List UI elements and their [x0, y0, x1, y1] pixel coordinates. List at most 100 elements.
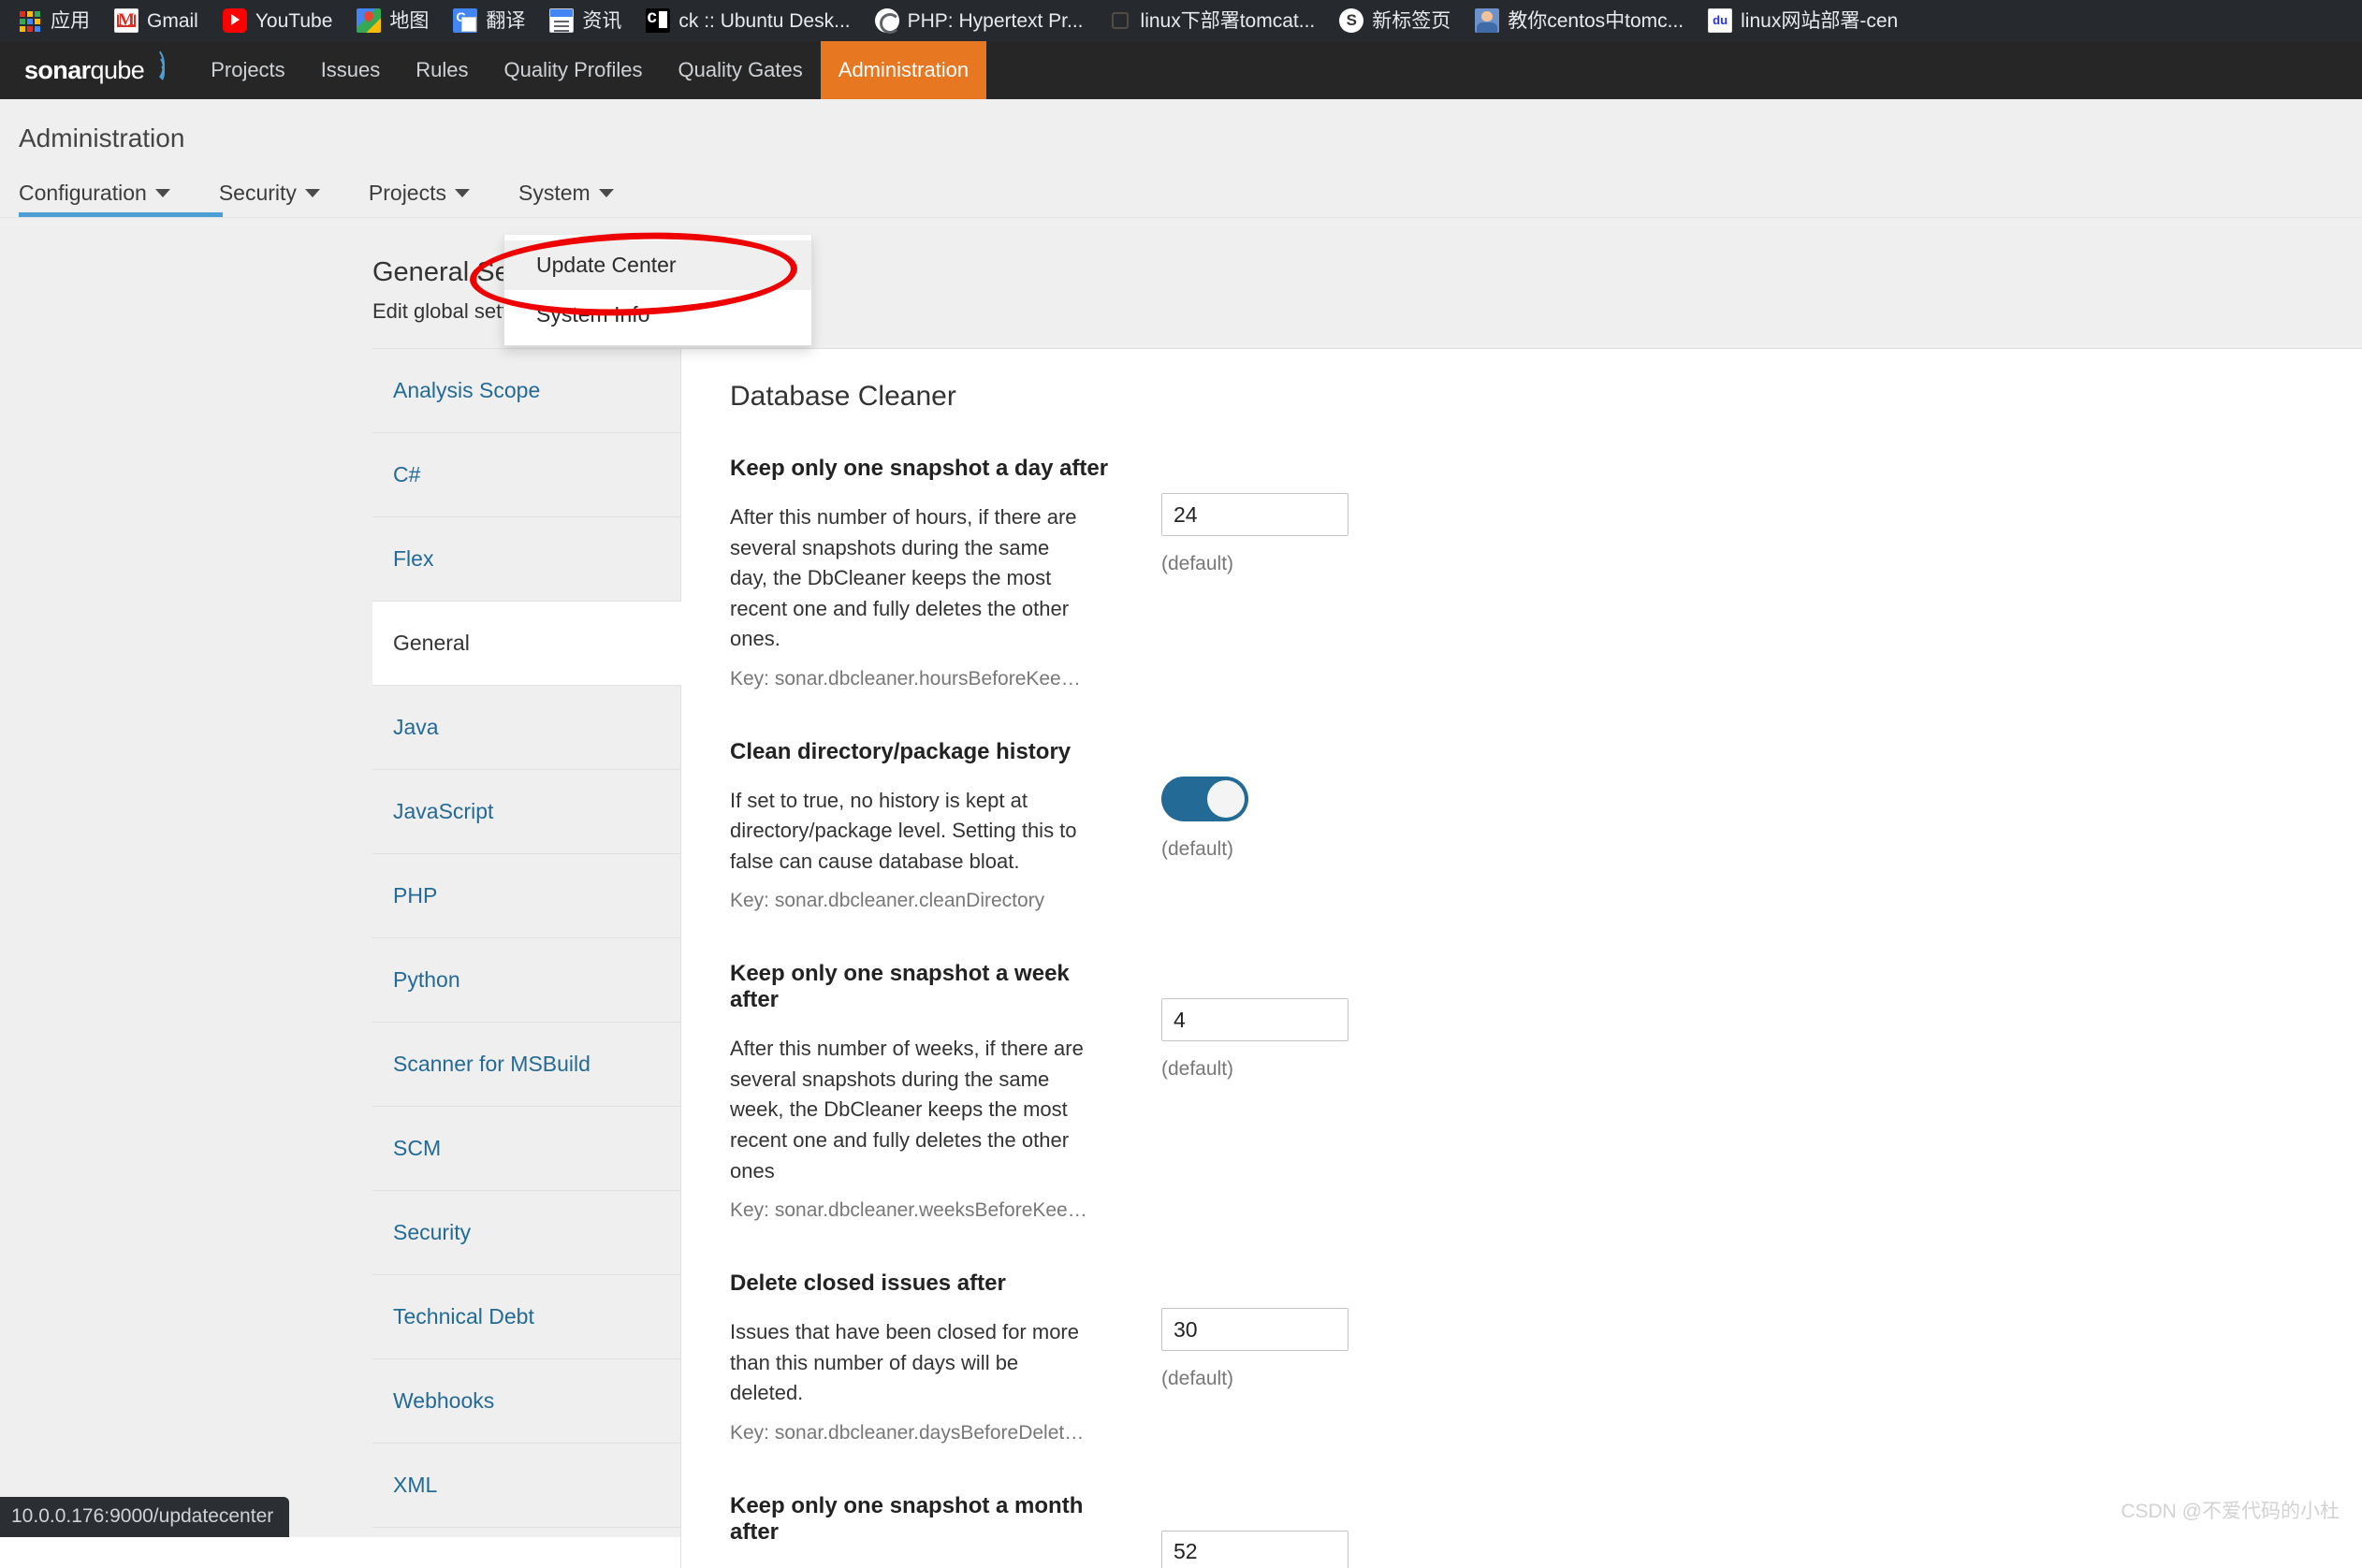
setting-control [1161, 1493, 1349, 1568]
subnav-label: Projects [368, 181, 446, 205]
setting-row: Delete closed issues after Issues that h… [730, 1270, 2325, 1445]
chevron-down-icon [598, 189, 614, 197]
sidebar-item-webhooks[interactable]: Webhooks [372, 1359, 681, 1444]
setting-default-label: (default) [1161, 1368, 1234, 1390]
bookmark-translate[interactable]: 翻译 [441, 4, 537, 37]
setting-control: (default) [1161, 456, 1349, 690]
sidebar-item-label: Security [393, 1220, 472, 1244]
setting-description: If set to true, no history is kept at di… [730, 788, 1077, 873]
setting-name: Keep only one snapshot a week after [730, 961, 1070, 1013]
dropdown-item-label: System Info [536, 302, 650, 327]
setting-default-label: (default) [1161, 837, 1234, 860]
bookmark-new-tab[interactable]: 新标签页 [1327, 4, 1463, 37]
youtube-icon [222, 8, 247, 33]
sidebar-item-javascript[interactable]: JavaScript [372, 770, 681, 854]
sonar-wave-icon [140, 47, 172, 84]
sidebar-item-label: Flex [393, 546, 434, 571]
sidebar-item-general[interactable]: General [372, 602, 681, 686]
setting-control: (default) [1161, 739, 1248, 913]
setting-key: Key: sonar.dbcleaner.cleanDirectory [730, 890, 1045, 912]
php-icon [874, 8, 900, 34]
nav-label: Quality Profiles [503, 58, 643, 81]
sidebar-item-python[interactable]: Python [372, 938, 681, 1023]
setting-value-input[interactable] [1161, 493, 1349, 536]
active-tab-underline [19, 212, 223, 217]
page-body: General Settings Edit global settings fo… [0, 218, 2362, 1568]
bookmark-label: YouTube [255, 9, 333, 32]
baidu-icon [1708, 8, 1733, 33]
bookmark-centos-tomcat[interactable]: 教你centos中tomc... [1463, 4, 1696, 37]
sidebar-item-label: General [393, 631, 470, 655]
settings-layout: Analysis Scope C# Flex General Java Java… [0, 348, 2362, 1568]
setting-name: Delete closed issues after [730, 1270, 1006, 1297]
dropdown-item-system-info[interactable]: System Info [504, 290, 811, 340]
setting-default-label: (default) [1161, 1058, 1234, 1081]
sonarqube-logo[interactable]: sonarqube [0, 41, 193, 99]
setting-toggle-switch[interactable] [1161, 776, 1248, 821]
logo-text-bold: sonar [24, 55, 91, 84]
nav-issues[interactable]: Issues [303, 41, 399, 99]
sidebar-item-xml[interactable]: XML [372, 1444, 681, 1528]
setting-key: Key: sonar.dbcleaner.hoursBeforeKeepingO… [730, 667, 1087, 690]
subnav-label: Configuration [19, 181, 147, 205]
nav-administration[interactable]: Administration [820, 41, 987, 99]
setting-row: Clean directory/package history If set t… [730, 739, 2325, 913]
bookmark-apps[interactable]: 应用 [6, 4, 102, 37]
subnav-system[interactable]: System [518, 181, 636, 217]
bookmark-label: 资讯 [582, 9, 622, 32]
browser-bookmark-bar: 应用 Gmail YouTube 地图 翻译 资讯 ck :: Ubuntu D… [0, 0, 2362, 41]
chevron-down-icon [455, 189, 470, 197]
sidebar-item-technical-debt[interactable]: Technical Debt [372, 1275, 681, 1359]
sidebar-item-scm[interactable]: SCM [372, 1107, 681, 1191]
sidebar-item-label: Analysis Scope [393, 378, 541, 402]
bookmark-linux-deploy[interactable]: linux网站部署-cen [1696, 4, 1910, 37]
administration-subnav: Configuration Security Projects System [19, 172, 2362, 217]
subnav-label: System [518, 181, 590, 205]
chevron-down-icon [154, 189, 170, 197]
setting-name: Keep only one snapshot a day after [730, 456, 1109, 481]
chevron-down-icon [304, 189, 320, 197]
bookmark-linux-tomcat[interactable]: linux下部署tomcat... [1096, 4, 1328, 37]
setting-description: After this number of hours, if there are… [730, 505, 1077, 651]
nav-quality-profiles[interactable]: Quality Profiles [487, 41, 661, 99]
globe-icon [1339, 8, 1364, 33]
bookmark-label: linux网站部署-cen [1741, 9, 1899, 32]
sidebar-item-scanner-msbuild[interactable]: Scanner for MSBuild [372, 1023, 681, 1107]
setting-key: Key: sonar.dbcleaner.weeksBeforeKeepingO… [730, 1199, 1087, 1222]
subnav-projects[interactable]: Projects [369, 181, 492, 217]
sidebar-item-security[interactable]: Security [372, 1191, 681, 1275]
sidebar-item-php[interactable]: PHP [372, 854, 681, 938]
setting-value-input[interactable] [1161, 998, 1349, 1042]
bookmark-news[interactable]: 资讯 [537, 4, 634, 37]
google-translate-icon [453, 8, 478, 33]
bookmark-ck-ubuntu[interactable]: ck :: Ubuntu Desk... [634, 4, 862, 37]
sidebar-item-flex[interactable]: Flex [372, 517, 681, 602]
sidebar-item-csharp[interactable]: C# [372, 433, 681, 517]
google-maps-icon [357, 8, 382, 33]
setting-info: Keep only one snapshot a month after Aft… [730, 1493, 1114, 1568]
setting-name: Keep only one snapshot a month after [730, 1492, 1084, 1545]
bookmark-php[interactable]: PHP: Hypertext Pr... [863, 4, 1096, 37]
sidebar-item-analysis-scope[interactable]: Analysis Scope [372, 349, 681, 433]
nav-rules[interactable]: Rules [398, 41, 486, 99]
sidebar-item-label: PHP [393, 883, 438, 907]
setting-row: Keep only one snapshot a day after After… [730, 456, 2325, 690]
sidebar-item-java[interactable]: Java [372, 686, 681, 770]
nav-quality-gates[interactable]: Quality Gates [660, 41, 820, 99]
faded-page-icon [1108, 8, 1132, 33]
bookmark-maps[interactable]: 地图 [344, 4, 441, 37]
setting-default-label: (default) [1161, 553, 1234, 574]
sidebar-item-label: JavaScript [393, 799, 494, 823]
bookmark-gmail[interactable]: Gmail [102, 4, 211, 37]
csdn-watermark: CSDN @不爱代码的小杜 [2121, 1501, 2340, 1522]
sidebar-item-label: C# [393, 462, 421, 486]
subnav-security[interactable]: Security [219, 181, 343, 217]
settings-category-sidebar: Analysis Scope C# Flex General Java Java… [372, 348, 681, 1528]
bookmark-youtube[interactable]: YouTube [211, 4, 345, 37]
bookmark-label: PHP: Hypertext Pr... [907, 9, 1084, 32]
google-news-icon [549, 8, 575, 33]
dropdown-item-update-center[interactable]: Update Center [504, 240, 811, 290]
nav-projects[interactable]: Projects [193, 41, 302, 99]
setting-value-input[interactable] [1161, 1308, 1349, 1352]
setting-value-input[interactable] [1161, 1530, 1349, 1568]
